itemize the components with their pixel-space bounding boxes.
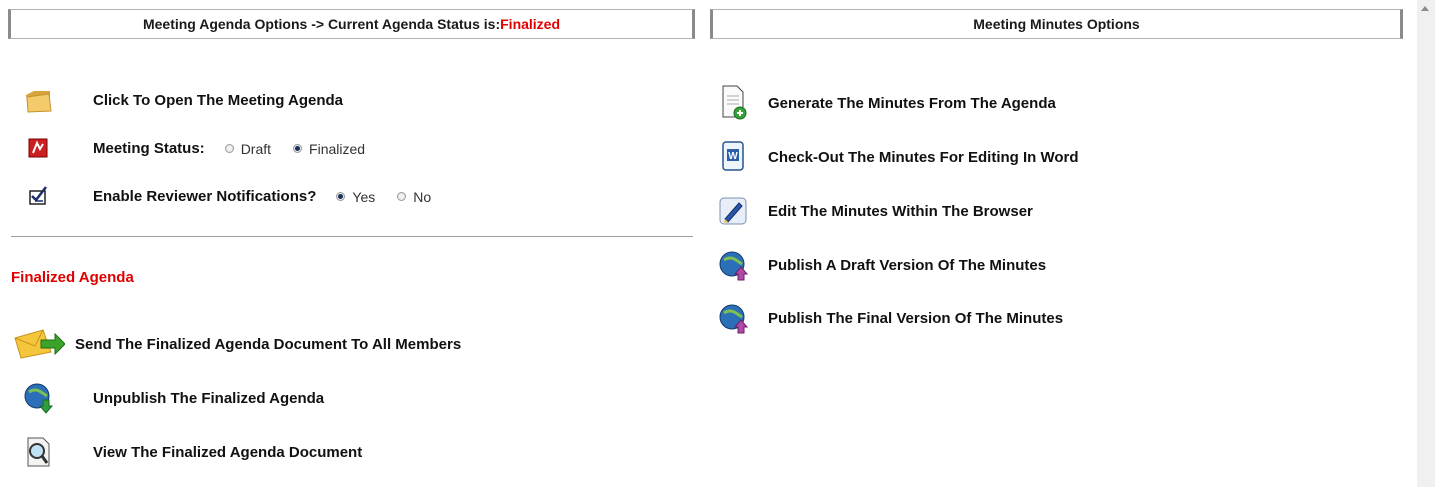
edit-pen-icon [713, 191, 753, 231]
globe-down-icon [18, 378, 58, 418]
document-add-icon [713, 83, 753, 123]
publish-draft-minutes-row[interactable]: Publish A Draft Version Of The Minutes [713, 245, 1046, 285]
publish-final-minutes-link[interactable]: Publish The Final Version Of The Minutes [768, 310, 1063, 327]
status-draft-label: Draft [240, 140, 272, 157]
reviewer-notifications-label: Enable Reviewer Notifications? [93, 188, 317, 205]
agenda-options-header: Meeting Agenda Options -> Current Agenda… [8, 9, 695, 39]
meeting-status-radios: Draft Finalized [224, 140, 387, 157]
view-agenda-row[interactable]: View The Finalized Agenda Document [18, 432, 362, 472]
open-agenda-link[interactable]: Click To Open The Meeting Agenda [93, 92, 343, 109]
magnifier-document-icon [18, 432, 58, 472]
publish-final-minutes-row[interactable]: Publish The Final Version Of The Minutes [713, 298, 1063, 338]
status-draft-option[interactable]: Draft [224, 140, 272, 157]
checklist-icon [18, 176, 58, 216]
generate-minutes-link[interactable]: Generate The Minutes From The Agenda [768, 95, 1056, 112]
meeting-status-row: Meeting Status: Draft Finalized [18, 128, 365, 168]
minutes-options-header: Meeting Minutes Options [710, 9, 1403, 39]
unpublish-agenda-link[interactable]: Unpublish The Finalized Agenda [93, 390, 324, 407]
notifications-no-option[interactable]: No [397, 189, 431, 205]
minutes-header-title: Meeting Minutes Options [973, 16, 1140, 32]
notifications-yes-option[interactable]: Yes [336, 189, 375, 205]
scroll-up-arrow-icon[interactable] [1421, 6, 1429, 11]
reviewer-notifications-radios: Yes No [336, 189, 453, 205]
svg-text:W: W [728, 151, 738, 162]
notifications-yes-label: Yes [352, 188, 376, 205]
globe-up-icon [713, 245, 753, 285]
status-finalized-radio[interactable] [293, 144, 303, 153]
send-agenda-row[interactable]: Send The Finalized Agenda Document To Al… [11, 324, 461, 364]
status-draft-radio[interactable] [224, 144, 234, 153]
checkout-minutes-row[interactable]: W Check-Out The Minutes For Editing In W… [713, 137, 1079, 177]
checkout-minutes-link[interactable]: Check-Out The Minutes For Editing In Wor… [768, 149, 1079, 166]
word-document-icon: W [713, 137, 753, 177]
notifications-yes-radio[interactable] [336, 192, 346, 201]
notifications-no-radio[interactable] [397, 192, 407, 201]
open-agenda-row[interactable]: Click To Open The Meeting Agenda [18, 80, 343, 120]
notifications-no-label: No [413, 188, 432, 205]
edit-minutes-row[interactable]: Edit The Minutes Within The Browser [713, 191, 1033, 231]
send-agenda-link[interactable]: Send The Finalized Agenda Document To Al… [75, 336, 461, 353]
finalized-agenda-title: Finalized Agenda [11, 269, 134, 286]
generate-minutes-row[interactable]: Generate The Minutes From The Agenda [713, 83, 1056, 123]
edit-minutes-link[interactable]: Edit The Minutes Within The Browser [768, 203, 1033, 220]
meeting-status-label: Meeting Status: [93, 140, 205, 157]
folder-icon [18, 80, 58, 120]
publish-draft-minutes-link[interactable]: Publish A Draft Version Of The Minutes [768, 257, 1046, 274]
status-finalized-option[interactable]: Finalized [293, 141, 365, 157]
section-divider [11, 236, 693, 237]
unpublish-agenda-row[interactable]: Unpublish The Finalized Agenda [18, 378, 324, 418]
agenda-header-prefix: Meeting Agenda Options -> Current Agenda… [142, 16, 501, 32]
vertical-scrollbar[interactable] [1417, 0, 1435, 487]
agenda-status-value: Finalized [500, 16, 561, 32]
status-flag-icon [18, 128, 58, 168]
status-finalized-label: Finalized [309, 140, 366, 157]
reviewer-notifications-row: Enable Reviewer Notifications? Yes No [18, 176, 431, 216]
envelope-send-icon [11, 324, 67, 364]
globe-up-icon [713, 298, 753, 338]
view-agenda-link[interactable]: View The Finalized Agenda Document [93, 444, 362, 461]
